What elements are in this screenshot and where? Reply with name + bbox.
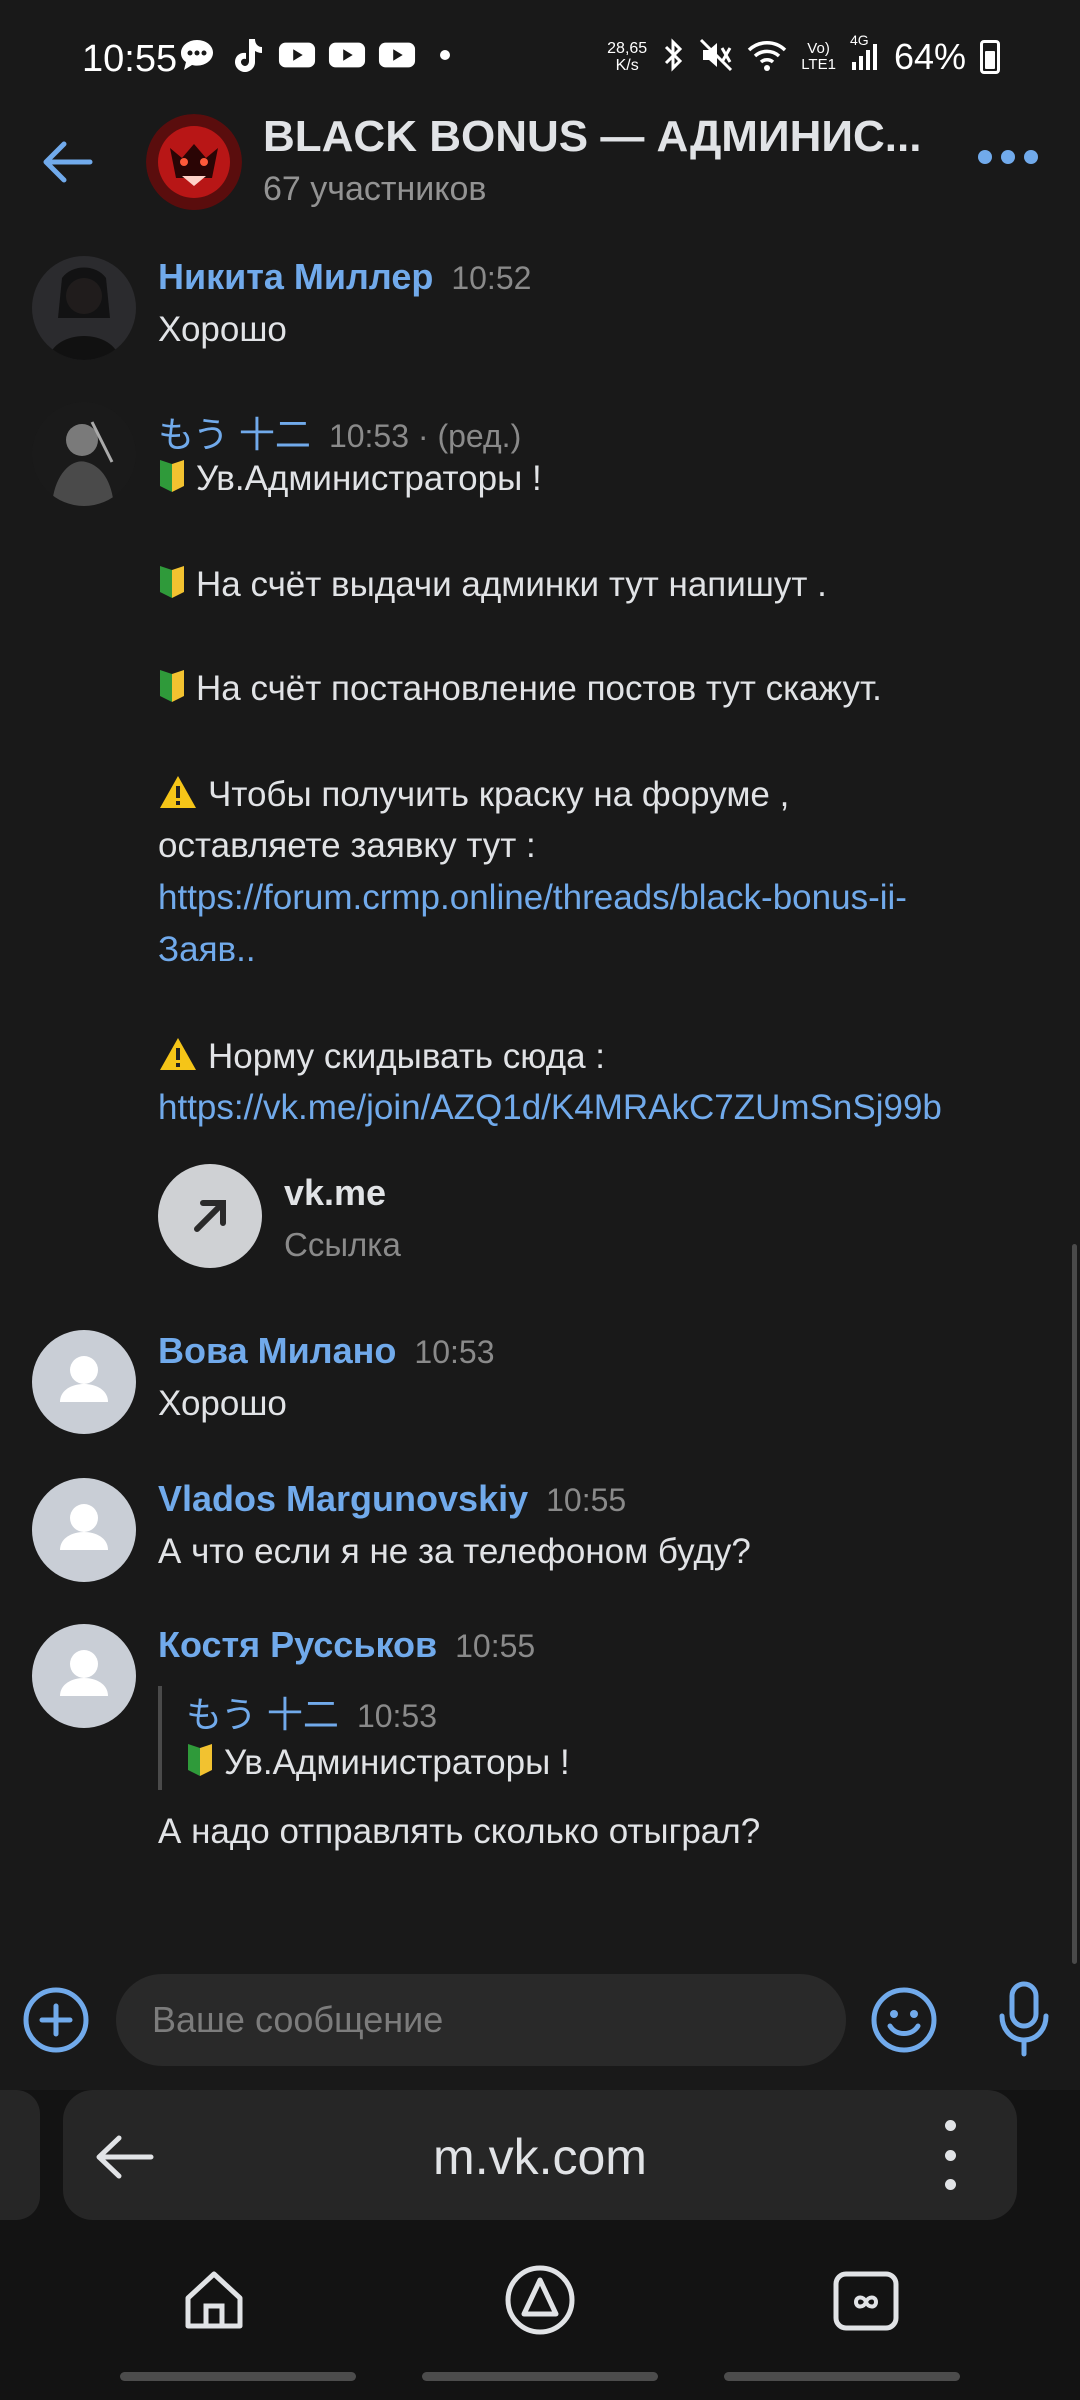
previous-tab-edge[interactable]: [0, 2090, 40, 2220]
voice-message-button[interactable]: [994, 1980, 1054, 2060]
home-icon: [185, 2271, 243, 2329]
message-composer: [0, 1972, 1080, 2072]
arrow-left-icon: [43, 141, 93, 183]
emoji-button[interactable]: [870, 1986, 938, 2054]
mute-icon: [699, 38, 733, 77]
warning-icon: [158, 1036, 198, 1081]
status-bar: 10:55 28,65 K/s Vo) LTE1 4G 64%: [0, 0, 1080, 120]
network-speed: 28,65 K/s: [607, 40, 648, 74]
bluetooth-icon: [661, 37, 685, 77]
message-item: Никита Миллер 10:52 Хорошо: [0, 254, 1080, 364]
message-item: Vlados Margunovskiy 10:55 А что если я не…: [0, 1476, 1080, 1586]
browser-toolbar: m.vk.com: [0, 2090, 1080, 2400]
battery-icon: [980, 40, 1000, 74]
reply-text: Ув.Администраторы !: [186, 1742, 570, 1787]
beginner-mark-icon: [158, 458, 186, 503]
message-text: А надо отправлять сколько отыграл?: [158, 1812, 761, 1851]
chat-notification-icon: [178, 38, 216, 72]
forum-link[interactable]: https://forum.crmp.online/threads/black-…: [158, 878, 907, 918]
avatar[interactable]: [32, 1624, 136, 1728]
beginner-mark-icon: [158, 668, 186, 713]
avatar[interactable]: [32, 1330, 136, 1434]
smile-icon: [871, 1987, 937, 2053]
message-text: А что если я не за телефоном буду?: [158, 1532, 751, 1571]
sender-name[interactable]: Костя Русськов: [158, 1624, 437, 1665]
vertical-dots-icon: [944, 2120, 956, 2131]
reply-quote[interactable]: もう 十二 10:53 Ув.Администраторы !: [158, 1686, 862, 1790]
sender-name[interactable]: Вова Милано: [158, 1330, 396, 1371]
more-options-button[interactable]: [978, 150, 1038, 164]
link-snippet[interactable]: vk.me Ссылка: [158, 1164, 758, 1270]
plus-circle-icon: [23, 1987, 89, 2053]
snippet-title: vk.me: [284, 1172, 387, 1213]
default-user-icon: [60, 1504, 108, 1550]
sender-name[interactable]: もう 十二: [158, 414, 311, 455]
tabs-button[interactable]: [826, 2260, 906, 2340]
avatar[interactable]: [32, 256, 136, 360]
message-time: 10:53 · (ред.): [328, 418, 522, 454]
message-text: Хорошо: [158, 310, 287, 349]
status-time: 10:55: [82, 38, 178, 80]
message-line: оставляете заявку тут :: [158, 826, 536, 865]
browser-menu-button[interactable]: [935, 2120, 965, 2190]
wifi-icon: [747, 38, 787, 77]
default-user-icon: [60, 1650, 108, 1696]
snippet-subtitle: Ссылка: [284, 1226, 401, 1263]
sender-name[interactable]: Никита Миллер: [158, 256, 433, 297]
youtube-icon: [328, 38, 366, 72]
scrollbar[interactable]: [1072, 1244, 1077, 1964]
message-text: Хорошо: [158, 1384, 287, 1423]
battery-percent: 64%: [893, 36, 966, 77]
default-user-icon: [60, 1356, 108, 1402]
youtube-icon: [278, 38, 316, 72]
url-text[interactable]: m.vk.com: [63, 2128, 1017, 2186]
signal-icon: 4G: [850, 32, 880, 77]
address-bar[interactable]: m.vk.com: [63, 2090, 1017, 2220]
reply-time: 10:53: [356, 1698, 438, 1734]
more-dots-icon: [978, 150, 992, 164]
home-button[interactable]: [174, 2260, 254, 2340]
message-line: На счёт постановление постов тут скажут.: [158, 668, 882, 713]
assistant-icon: [505, 2265, 575, 2335]
vk-join-link[interactable]: https://vk.me/join/AZQ1d/K4MRAkC7ZUmSnSj…: [158, 1088, 942, 1128]
beginner-mark-icon: [186, 1742, 214, 1787]
more-notifications-dot: [440, 50, 450, 60]
beginner-mark-icon: [158, 564, 186, 609]
chat-avatar[interactable]: [146, 114, 242, 210]
message-line: Чтобы получить краску на форуме ,: [158, 774, 789, 819]
message-item: Вова Милано 10:53 Хорошо: [0, 1328, 1080, 1438]
avatar[interactable]: [32, 402, 136, 506]
message-time: 10:52: [451, 260, 532, 296]
assistant-button[interactable]: [500, 2260, 580, 2340]
attach-button[interactable]: [22, 1986, 90, 2054]
back-button[interactable]: [38, 132, 98, 192]
message-line: Норму скидывать сюда :: [158, 1036, 605, 1081]
sender-name[interactable]: Vlados Margunovskiy: [158, 1478, 528, 1519]
message-time: 10:53: [414, 1334, 495, 1370]
avatar[interactable]: [32, 1478, 136, 1582]
chat-title[interactable]: BLACK BONUS — АДМИНИС...: [263, 112, 923, 162]
message-input[interactable]: [116, 1974, 846, 2066]
message-line: На счёт выдачи админки тут напишут .: [158, 564, 827, 609]
member-count: 67 участников: [263, 170, 487, 208]
chat-header: BLACK BONUS — АДМИНИС... 67 участников: [0, 110, 1080, 210]
microphone-icon: [999, 1981, 1049, 2057]
youtube-icon: [378, 38, 416, 72]
message-time: 10:55: [546, 1482, 627, 1518]
external-link-icon: [158, 1164, 262, 1268]
forum-link-continuation[interactable]: Заяв..: [158, 930, 256, 970]
warning-icon: [158, 774, 198, 819]
tabs-icon: [833, 2271, 899, 2331]
message-item: もう 十二 10:53 · (ред.) Ув.Администраторы ! …: [0, 400, 1080, 1280]
volte-indicator: Vo) LTE1: [801, 40, 836, 73]
message-time: 10:55: [455, 1628, 536, 1664]
reply-sender-name: もう 十二: [186, 1694, 339, 1735]
message-line: Ув.Администраторы !: [158, 458, 542, 503]
tiktok-icon: [228, 38, 266, 72]
